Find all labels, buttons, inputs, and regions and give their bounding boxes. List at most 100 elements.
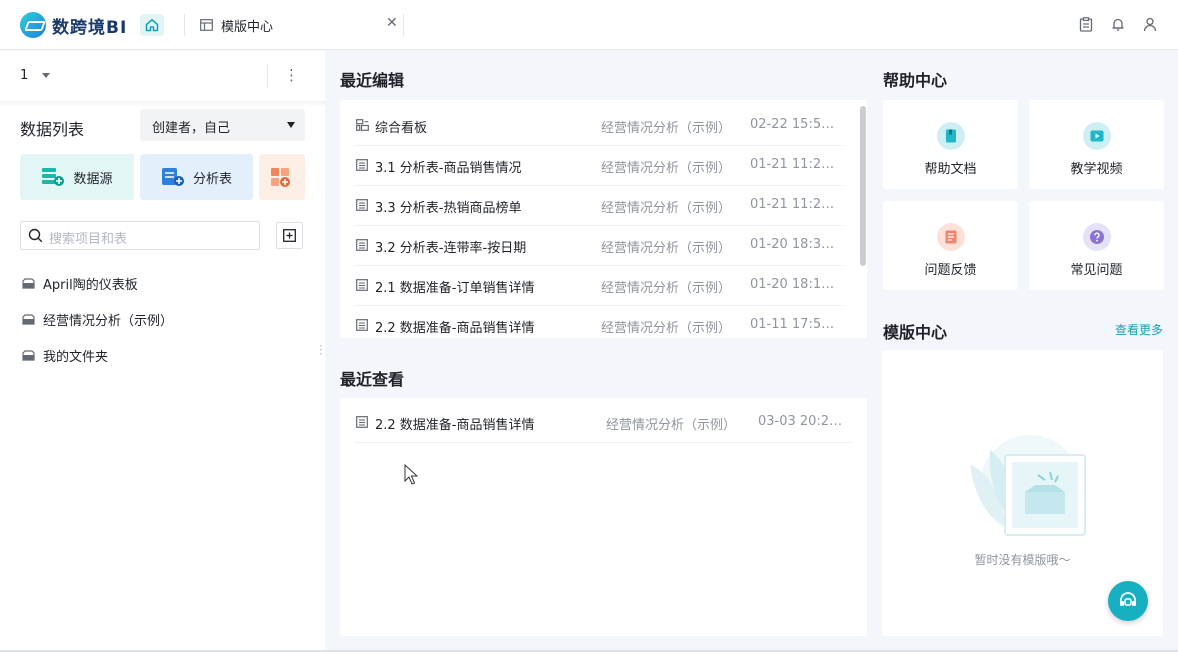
help-doc-card[interactable]: 帮助文档: [883, 100, 1018, 189]
help-center-title: 帮助中心: [883, 71, 948, 90]
table-icon: [356, 319, 368, 331]
item-name: 3.2 分析表-连带率-按日期: [375, 241, 527, 256]
item-time: 01-21 11:2…: [750, 197, 835, 212]
folder-item[interactable]: 经营情况分析（示例）: [22, 309, 173, 329]
dashboard-icon: [356, 119, 369, 131]
item-time: 03-03 20:2…: [758, 414, 843, 429]
app-name: 数跨境BI: [52, 17, 128, 38]
item-project: 经营情况分析（示例）: [601, 201, 732, 216]
item-name: 2.2 数据准备-商品销售详情: [375, 321, 535, 336]
folder-icon: [22, 313, 35, 325]
video-card[interactable]: 教学视频: [1029, 100, 1164, 189]
divider: [267, 65, 268, 87]
more-vertical-icon[interactable]: ⋮: [284, 66, 299, 84]
faq-label: 常见问题: [1070, 263, 1123, 278]
folder-icon: [22, 349, 35, 361]
caret-down-icon: [287, 122, 295, 128]
clipboard-icon[interactable]: [1078, 16, 1094, 32]
chat-support-icon: [1120, 592, 1136, 606]
item-time: 02-22 15:5…: [750, 117, 835, 132]
list-item[interactable]: 3.2 分析表-连带率-按日期 经营情况分析（示例） 01-20 18:3…: [354, 226, 844, 266]
bell-icon[interactable]: [1110, 16, 1126, 32]
customer-service-button[interactable]: [1108, 581, 1148, 621]
list-item[interactable]: 3.3 分析表-热销商品榜单 经营情况分析（示例） 01-21 11:2…: [354, 186, 844, 226]
analysis-table-button[interactable]: 分析表: [140, 154, 253, 200]
empty-box-illustration: [970, 435, 1086, 536]
item-project: 经营情况分析（示例）: [601, 241, 732, 256]
list-item[interactable]: 2.2 数据准备-商品销售详情 经营情况分析（示例） 01-11 17:5…: [354, 306, 844, 338]
creator-filter-value: 创建者，自己: [152, 121, 231, 136]
caret-down-icon: [42, 73, 50, 78]
left-panel: 1 ⋮ 数据列表 创建者，自己 数据源 分析表 搜索项目和表 April陶的仪表…: [0, 51, 325, 652]
table-icon: [356, 199, 368, 211]
recent-view-list: 2.2 数据准备-商品销售详情 经营情况分析（示例） 03-03 20:2…: [340, 398, 867, 636]
folder-item[interactable]: 我的文件夹: [22, 345, 108, 365]
item-name: 2.2 数据准备-商品销售详情: [375, 418, 535, 433]
mouse-cursor-icon: [404, 464, 418, 485]
search-icon: [28, 228, 43, 243]
add-square-icon: [283, 229, 296, 242]
tab-label: 模版中心: [221, 19, 274, 35]
list-item[interactable]: 3.1 分析表-商品销售情况 经营情况分析（示例） 01-21 11:2…: [354, 146, 844, 186]
scrollbar[interactable]: [860, 106, 866, 266]
home-icon: [145, 19, 159, 32]
recent-view-title: 最近查看: [340, 370, 405, 389]
resize-handle[interactable]: · · ·: [319, 340, 323, 360]
datasource-icon: [42, 168, 65, 186]
table-icon: [356, 239, 368, 251]
folder-item[interactable]: April陶的仪表板: [22, 273, 138, 293]
search-placeholder: 搜索项目和表: [49, 232, 128, 247]
item-name: 3.3 分析表-热销商品榜单: [375, 201, 522, 216]
item-project: 经营情况分析（示例）: [601, 281, 732, 296]
table-icon: [356, 416, 368, 428]
view-more-link[interactable]: 查看更多: [1115, 321, 1163, 338]
item-project: 经营情况分析（示例）: [601, 161, 732, 176]
table-icon: [356, 279, 368, 291]
faq-card[interactable]: 常见问题: [1029, 201, 1164, 290]
search-input[interactable]: 搜索项目和表: [20, 221, 260, 250]
faq-icon: [1083, 223, 1111, 251]
dashboard-add-icon: [271, 168, 290, 187]
app-logo[interactable]: 数跨境BI: [20, 12, 127, 38]
project-name: 1: [20, 68, 29, 83]
datasource-label: 数据源: [73, 171, 113, 187]
tab-template-center[interactable]: 模版中心: [200, 14, 273, 36]
recent-edit-title: 最近编辑: [340, 71, 405, 90]
data-list-title: 数据列表: [20, 120, 85, 139]
item-name: 2.1 数据准备-订单销售详情: [375, 281, 535, 296]
folder-label: April陶的仪表板: [43, 277, 138, 293]
template-icon: [200, 19, 213, 31]
recent-edit-list: 综合看板 经营情况分析（示例） 02-22 15:5… 3.1 分析表-商品销售…: [340, 100, 867, 338]
add-item-button[interactable]: [276, 222, 303, 249]
feedback-label: 问题反馈: [924, 263, 977, 278]
folder-label: 经营情况分析（示例）: [43, 313, 174, 329]
list-item[interactable]: 2.2 数据准备-商品销售详情 经营情况分析（示例） 03-03 20:2…: [354, 403, 851, 443]
item-name: 综合看板: [375, 121, 428, 136]
analysis-table-label: 分析表: [192, 171, 232, 187]
divider: [184, 14, 185, 36]
item-time: 01-20 18:1…: [750, 277, 835, 292]
list-item[interactable]: 综合看板 经营情况分析（示例） 02-22 15:5…: [354, 106, 844, 146]
item-time: 01-21 11:2…: [750, 157, 835, 172]
help-doc-icon: [937, 122, 965, 150]
item-time: 01-11 17:5…: [750, 317, 835, 332]
item-time: 01-20 18:3…: [750, 237, 835, 252]
add-dashboard-button[interactable]: [259, 154, 305, 200]
header-shadow: [0, 101, 325, 107]
divider: [403, 14, 404, 36]
folder-label: 我的文件夹: [43, 349, 109, 365]
tab-close-icon[interactable]: ✕: [386, 15, 398, 31]
feedback-card[interactable]: 问题反馈: [883, 201, 1018, 290]
analysis-table-icon: [161, 168, 184, 186]
user-icon[interactable]: [1142, 16, 1158, 32]
creator-filter-select[interactable]: 创建者，自己: [140, 109, 305, 141]
feedback-icon: [937, 223, 965, 251]
video-label: 教学视频: [1070, 162, 1123, 177]
home-button[interactable]: [140, 14, 164, 36]
project-selector[interactable]: 1 ⋮: [0, 51, 325, 101]
item-project: 经营情况分析（示例）: [606, 418, 737, 433]
empty-state-text: 暂时没有模版哦～: [974, 553, 1071, 567]
datasource-button[interactable]: 数据源: [20, 154, 134, 200]
list-item[interactable]: 2.1 数据准备-订单销售详情 经营情况分析（示例） 01-20 18:1…: [354, 266, 844, 306]
template-center-title: 模版中心: [883, 323, 948, 342]
